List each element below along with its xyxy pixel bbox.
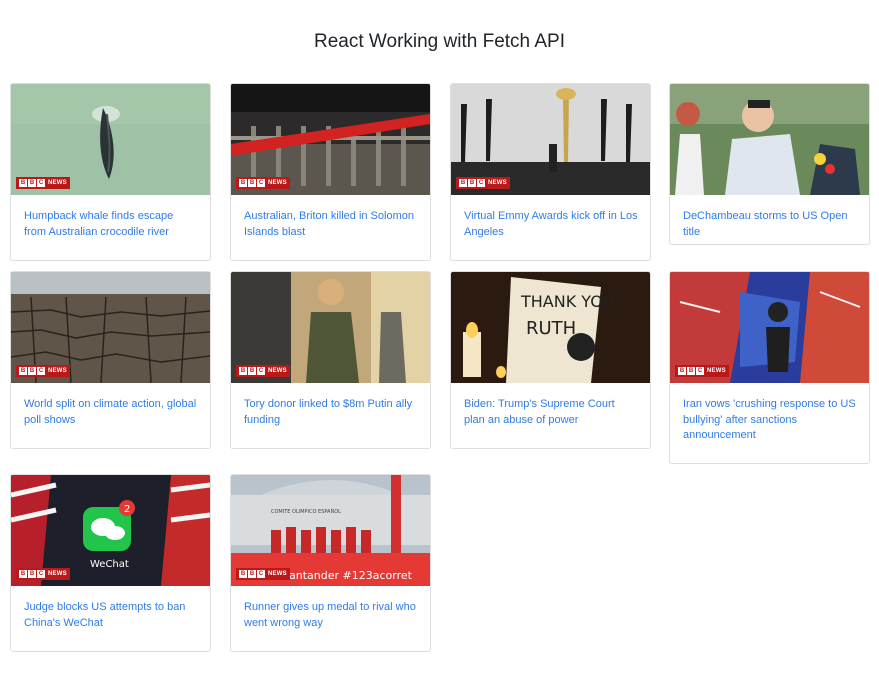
card-image-golf [670, 84, 869, 195]
card-image-danger-tape: BBC NEWS [231, 84, 430, 195]
news-card: DeChambeau storms to US Open title [669, 83, 870, 245]
card-image-whale: BBC NEWS [11, 84, 210, 195]
bbc-news-badge: BBC NEWS [236, 365, 290, 377]
bbc-news-badge: BBC NEWS [16, 177, 70, 189]
article-link[interactable]: Biden: Trump's Supreme Court plan an abu… [464, 397, 638, 428]
wechat-badge-count: 2 [124, 504, 130, 515]
banner-text: antander #123acorret [289, 569, 413, 582]
news-card: BBC NEWS Australian, Briton killed in So… [230, 83, 431, 261]
wechat-label: WeChat [90, 559, 129, 570]
bbc-news-badge: BBC NEWS [456, 177, 510, 189]
bbc-news-badge: BBC NEWS [16, 568, 70, 580]
news-card: BBC NEWS Iran vows 'crushing response to… [669, 271, 870, 464]
article-link[interactable]: Iran vows 'crushing response to US bully… [683, 397, 857, 444]
article-link[interactable]: Virtual Emmy Awards kick off in Los Ange… [464, 209, 638, 240]
article-link[interactable]: Runner gives up medal to rival who went … [244, 600, 418, 631]
bbc-news-badge: BBC NEWS [236, 568, 290, 580]
news-card: COMITE OLIMPICO ESPAÑOL antander #123aco… [230, 474, 431, 652]
card-image-iran-mural: BBC NEWS [670, 272, 869, 383]
svg-text:RUTH: RUTH [526, 318, 576, 339]
card-image-wechat: 2 WeChat BBC NEWS [11, 475, 210, 586]
bbc-news-badge: BBC NEWS [236, 177, 290, 189]
news-card: BBC NEWS Humpback whale finds escape fro… [10, 83, 211, 261]
article-link[interactable]: World split on climate action, global po… [24, 397, 198, 428]
card-image-tory-donor: BBC NEWS [231, 272, 430, 383]
news-card: 2 WeChat BBC NEWS Judge blocks US attemp… [10, 474, 211, 652]
article-link[interactable]: Australian, Briton killed in Solomon Isl… [244, 209, 418, 240]
article-link[interactable]: Tory donor linked to $8m Putin ally fund… [244, 397, 418, 428]
bbc-news-badge: BBC NEWS [16, 365, 70, 377]
card-image-emmy: BBC NEWS [451, 84, 650, 195]
article-link[interactable]: Humpback whale finds escape from Austral… [24, 209, 198, 240]
page-title: React Working with Fetch API [314, 31, 565, 52]
news-card: THANK YOU RUTH Biden: Trump's Supreme Co… [450, 271, 651, 449]
article-link[interactable]: DeChambeau storms to US Open title [683, 209, 857, 240]
bbc-news-badge: BBC NEWS [675, 365, 729, 377]
card-image-ruth-sign: THANK YOU RUTH [451, 272, 650, 383]
news-card: BBC NEWS World split on climate action, … [10, 271, 211, 449]
card-image-runner: COMITE OLIMPICO ESPAÑOL antander #123aco… [231, 475, 430, 586]
svg-text:THANK YOU: THANK YOU [520, 292, 615, 311]
news-card: BBC NEWS Tory donor linked to $8m Putin … [230, 271, 431, 449]
building-sign: COMITE OLIMPICO ESPAÑOL [271, 508, 341, 515]
news-card: BBC NEWS Virtual Emmy Awards kick off in… [450, 83, 651, 261]
card-image-drought: BBC NEWS [11, 272, 210, 383]
article-link[interactable]: Judge blocks US attempts to ban China's … [24, 600, 198, 631]
